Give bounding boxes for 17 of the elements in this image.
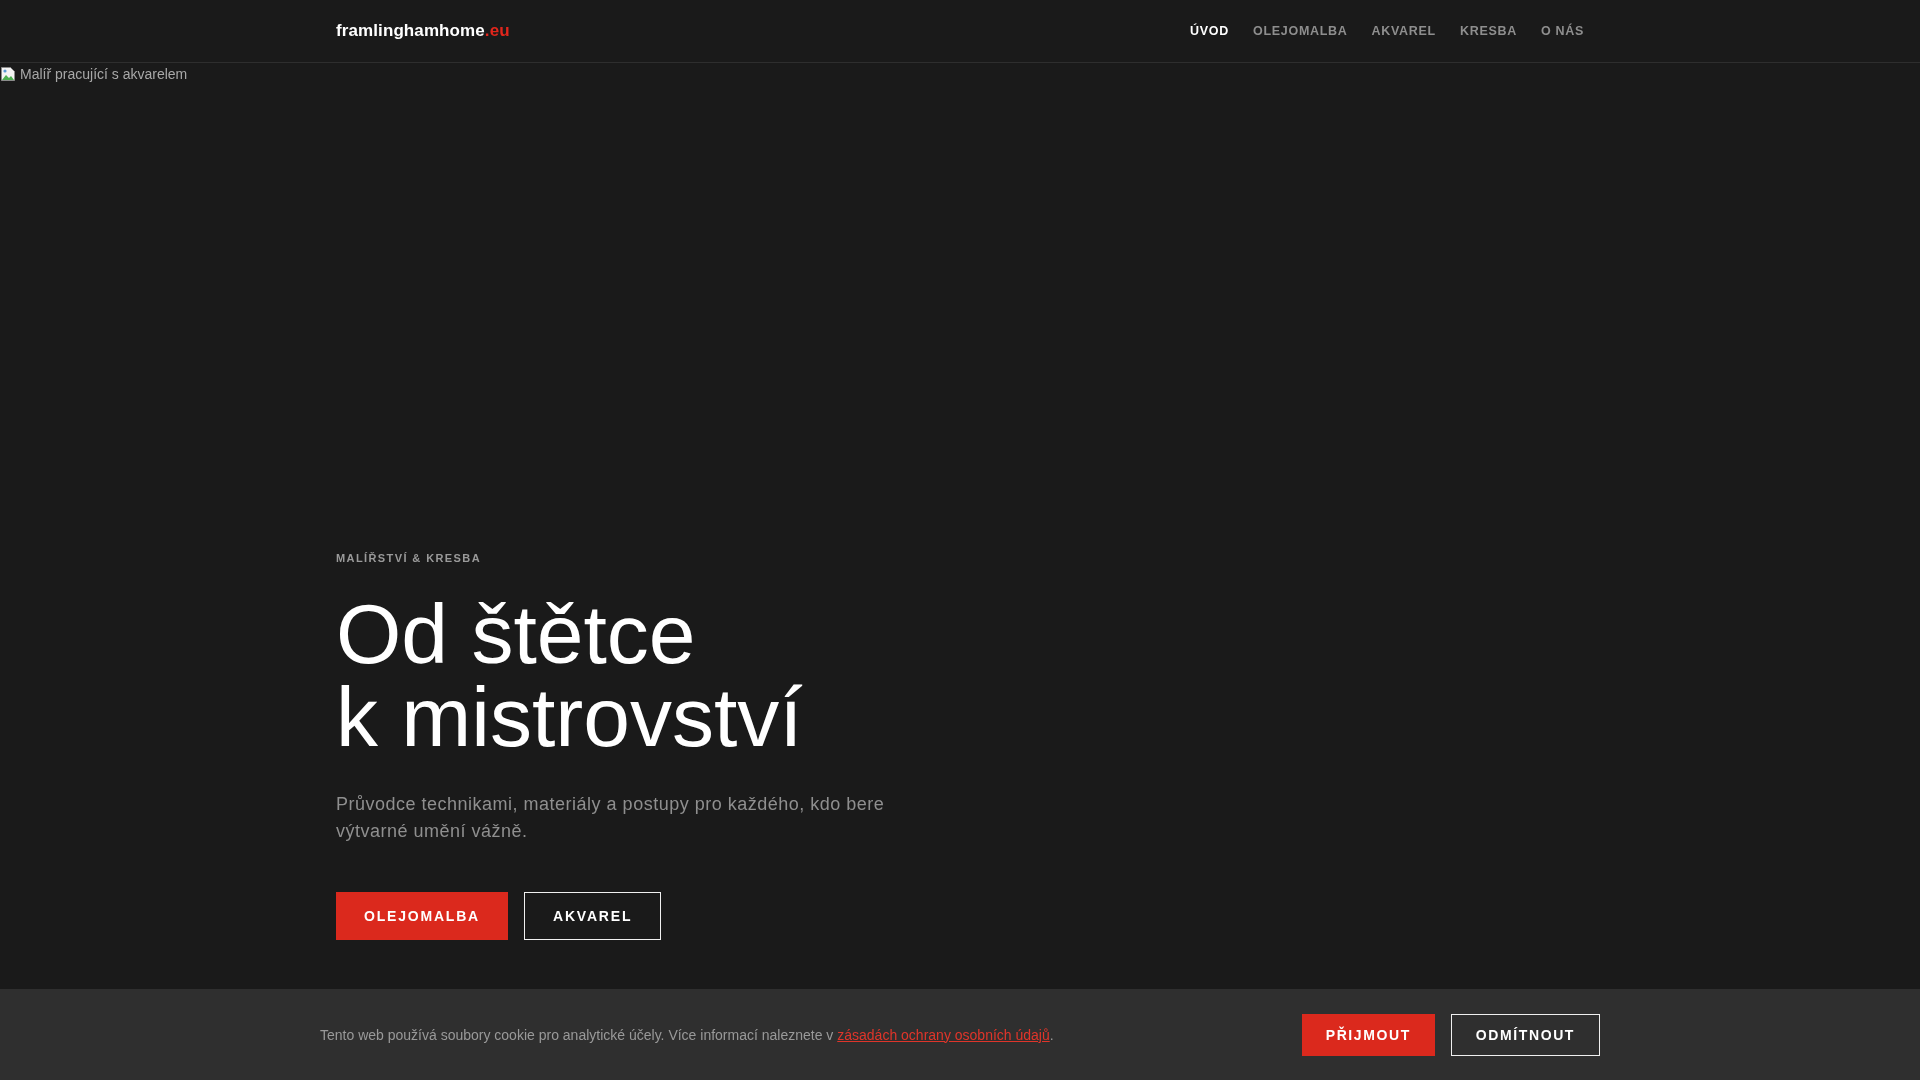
privacy-policy-link[interactable]: zásadách ochrany osobních údajů (837, 1026, 1050, 1043)
nav-link[interactable]: AKVAREL (1371, 24, 1436, 38)
nav-link[interactable]: KRESBA (1459, 24, 1517, 38)
hero-lead-text: Průvodce technikami, materiály a postupy pro každého, kdo bere výtvarné umění vážně. (336, 793, 886, 843)
site-logo[interactable]: framlinghamhome.eu (336, 21, 510, 41)
hero-eyebrow: MALÍŘSTVÍ & KRESBA (336, 551, 481, 566)
decline-button[interactable]: ODMÍTNOUT (1450, 1013, 1600, 1056)
nav-link[interactable]: ÚVOD (1190, 24, 1229, 38)
image-alt-text: Malíř pracující s akvarelem (20, 66, 188, 82)
hero-button[interactable]: AKVAREL (524, 892, 662, 940)
nav-link[interactable]: OLEJOMALBA (1253, 24, 1348, 38)
broken-image-icon (0, 66, 16, 82)
hero-heading: Od štětce k mistrovství (336, 593, 803, 759)
cookie-notice-text: Tento web používá soubory cookie pro analytické účely. Více informací naleznete v zásadách ochrany osobních údajů. (320, 1026, 1054, 1043)
accept-button[interactable]: PŘIJMOUT (1301, 1013, 1435, 1056)
nav-link[interactable]: O NÁS (1540, 24, 1584, 38)
hero-button[interactable]: OLEJOMALBA (336, 892, 508, 940)
